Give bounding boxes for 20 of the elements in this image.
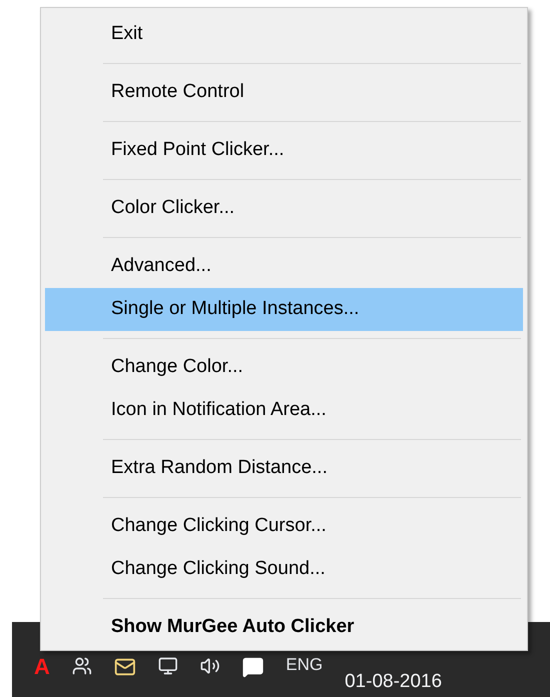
notification-icon[interactable] — [242, 656, 264, 678]
network-icon[interactable] — [158, 656, 178, 676]
menu-item[interactable]: Fixed Point Clicker... — [45, 129, 523, 172]
menu-item[interactable]: Remote Control — [45, 71, 523, 114]
menu-item[interactable]: Advanced... — [45, 245, 523, 288]
menu-item[interactable]: Change Color... — [45, 346, 523, 389]
language-indicator[interactable]: ENG — [286, 656, 323, 673]
menu-item[interactable]: Extra Random Distance... — [45, 447, 523, 490]
clock-date[interactable]: 01-08-2016 — [344, 672, 442, 691]
menu-item[interactable]: Single or Multiple Instances... — [45, 288, 523, 331]
menu-item[interactable]: Exit — [45, 13, 523, 56]
menu-item[interactable]: Color Clicker... — [45, 187, 523, 230]
menu-item[interactable]: Icon in Notification Area... — [45, 389, 523, 432]
menu-item[interactable]: Change Clicking Sound... — [45, 548, 523, 591]
mail-icon[interactable] — [114, 656, 136, 678]
app-tray-letter[interactable]: A — [34, 656, 50, 678]
menu-item[interactable]: Change Clicking Cursor... — [45, 505, 523, 548]
people-icon[interactable] — [72, 656, 92, 676]
volume-icon[interactable] — [200, 656, 220, 676]
menu-item[interactable]: Show MurGee Auto Clicker — [45, 606, 523, 649]
